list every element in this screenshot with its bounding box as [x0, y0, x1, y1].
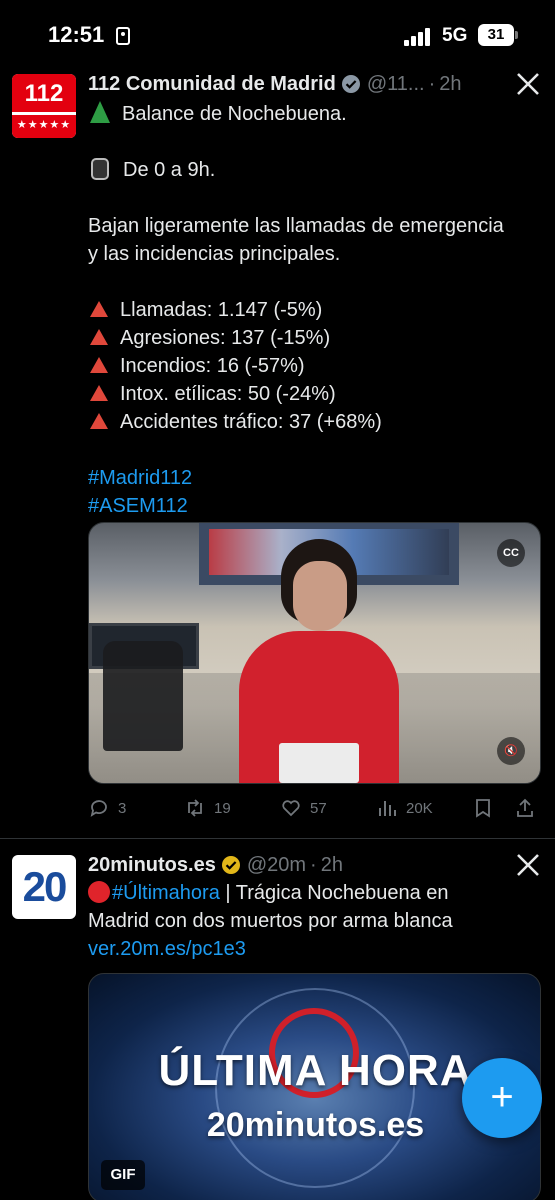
avatar-stars: ★★★★★	[12, 112, 76, 138]
repost-icon	[188, 799, 202, 817]
hashtag-link[interactable]: #Madrid112	[88, 467, 192, 489]
reply-button[interactable]: 3	[88, 794, 126, 822]
like-button[interactable]: 57	[280, 794, 327, 822]
separator-dot: ·	[428, 72, 436, 95]
verified-badge-icon	[221, 855, 241, 875]
tweet-video[interactable]: CC 🔇	[88, 522, 541, 784]
bookmark-button[interactable]	[472, 794, 502, 822]
reply-count: 3	[118, 799, 127, 817]
tweet-age[interactable]: 2h	[321, 854, 343, 877]
tweet-text: Balance de Nochebuena. De 0 a 9h. Bajan …	[88, 101, 504, 517]
author-handle[interactable]: @11...	[367, 73, 425, 96]
avatar[interactable]: 112 ★★★★★	[12, 74, 76, 138]
mute-button[interactable]: 🔇	[497, 737, 525, 765]
repost-count: 19	[214, 799, 231, 817]
tweet-age[interactable]: 2h	[439, 73, 461, 96]
watch-icon	[91, 158, 109, 180]
compose-button[interactable]: +	[462, 1058, 542, 1138]
author-name[interactable]: 112 Comunidad de Madrid	[88, 73, 336, 96]
article-link[interactable]: ver.20m.es/pc1e3	[88, 938, 246, 960]
captions-button[interactable]: CC	[497, 539, 525, 567]
views-button[interactable]: 20K	[376, 794, 433, 822]
x-logo-icon	[515, 71, 541, 97]
red-triangle-icon	[90, 329, 108, 345]
avatar-text: 112	[12, 74, 76, 112]
share-icon	[517, 798, 533, 817]
heart-icon	[282, 800, 300, 817]
views-icon	[379, 801, 396, 816]
view-count: 20K	[406, 799, 433, 817]
red-triangle-icon	[90, 385, 108, 401]
avatar[interactable]: 20	[12, 855, 76, 919]
christmas-tree-icon	[90, 101, 110, 123]
tweet-20minutos[interactable]: 20 20minutos.es @20m · 2h #Últimahora | …	[0, 839, 555, 1200]
tweet-112[interactable]: 112 ★★★★★ 112 Comunidad de Madrid @11...…	[0, 0, 555, 838]
author-handle[interactable]: @20m	[247, 854, 306, 877]
red-triangle-icon	[90, 357, 108, 373]
like-count: 57	[310, 799, 327, 817]
hashtag-link[interactable]: #Últimahora	[112, 882, 220, 904]
share-button[interactable]	[514, 794, 544, 822]
author-name[interactable]: 20minutos.es	[88, 854, 216, 877]
reply-icon	[90, 800, 107, 817]
red-circle-icon	[88, 881, 110, 903]
tweet-actions: 3 19 57 20K	[88, 794, 543, 822]
red-triangle-icon	[90, 301, 108, 317]
tweet-header: 20minutos.es @20m · 2h	[88, 850, 343, 880]
tweet-header: 112 Comunidad de Madrid @11... · 2h	[88, 69, 461, 99]
hashtag-link[interactable]: #ASEM112	[88, 495, 188, 517]
separator-dot: ·	[310, 853, 317, 876]
bookmark-icon	[476, 799, 490, 818]
gif-badge: GIF	[101, 1160, 145, 1190]
red-triangle-icon	[90, 413, 108, 429]
repost-button[interactable]: 19	[184, 794, 231, 822]
x-logo-icon	[515, 852, 541, 878]
tweet-text: #Últimahora | Trágica Nochebuena en Madr…	[88, 881, 453, 960]
verified-badge-icon	[341, 74, 361, 94]
